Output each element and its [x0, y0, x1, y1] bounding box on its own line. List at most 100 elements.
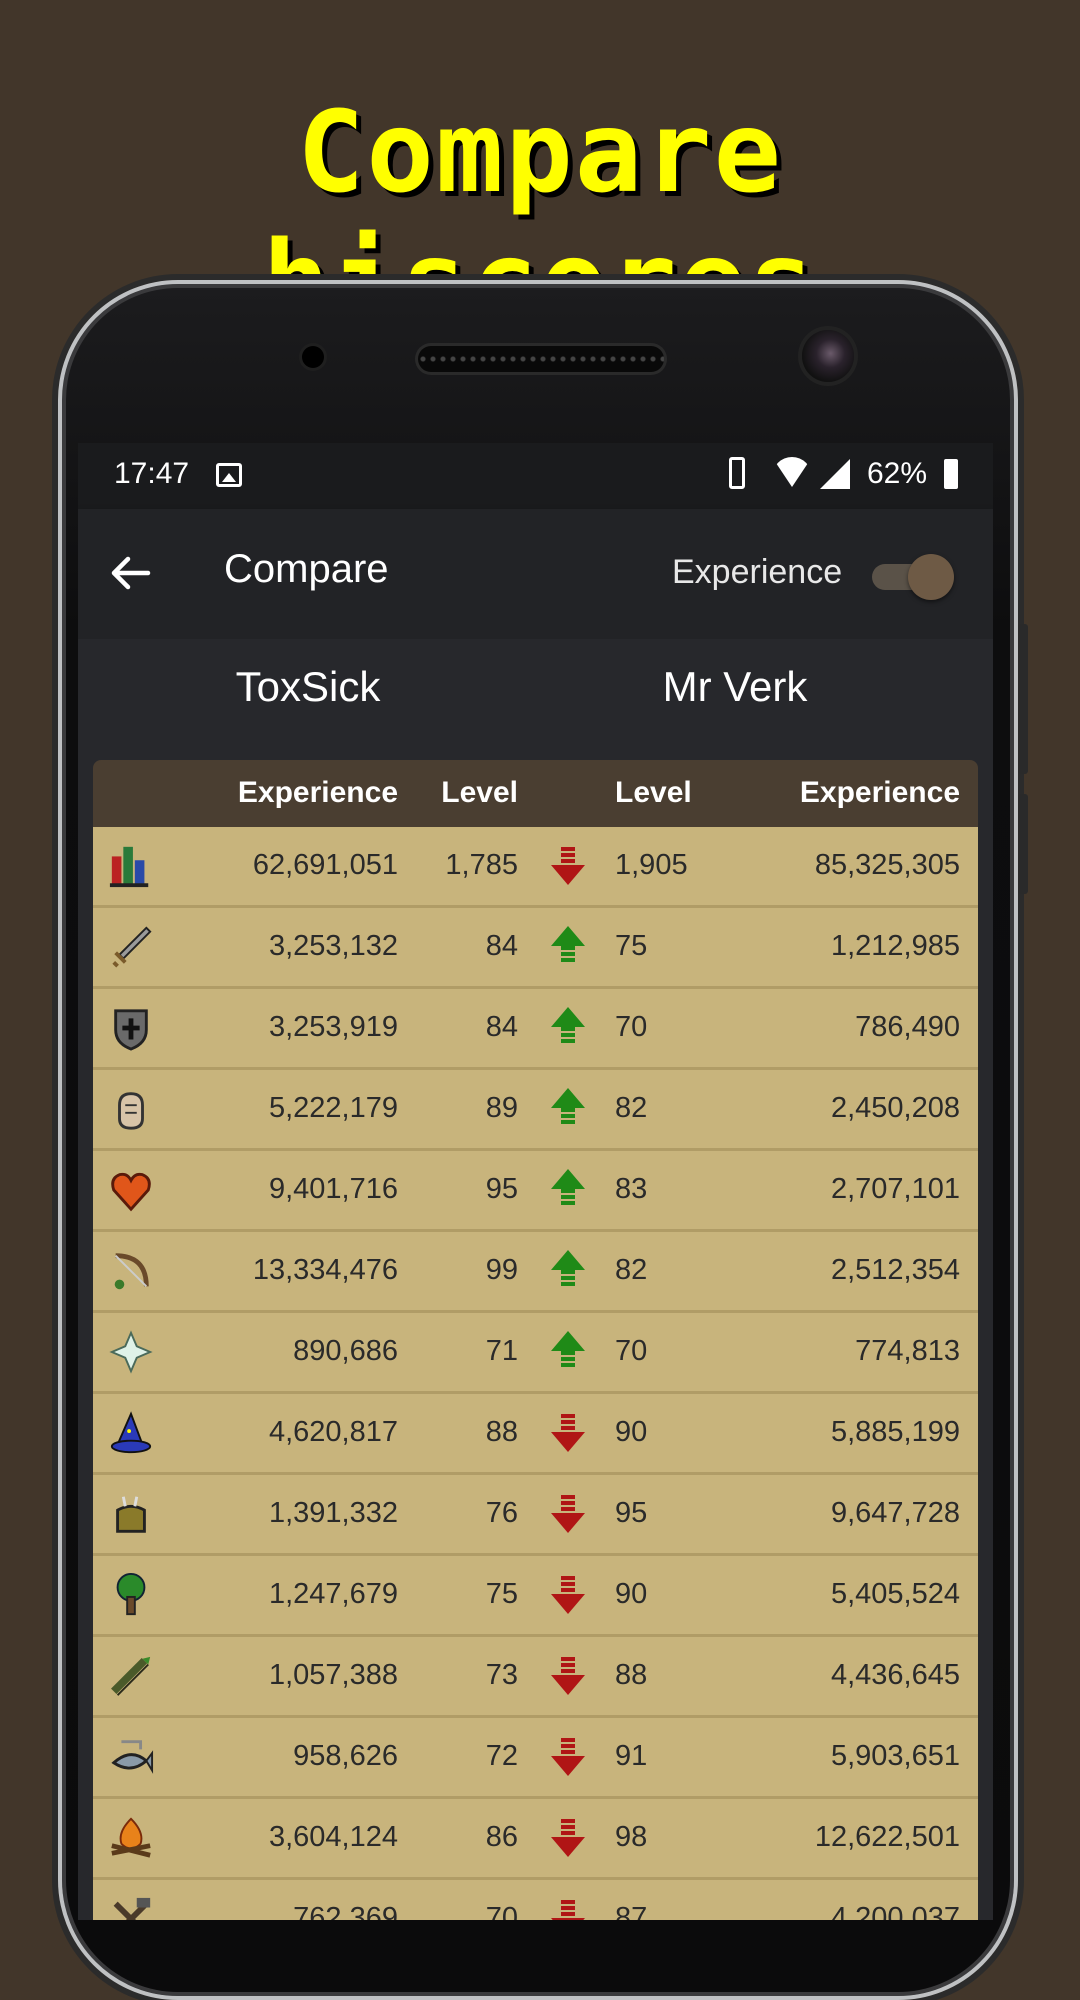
exp-right: 85,325,305	[814, 849, 960, 881]
cell-signal-icon	[820, 459, 850, 489]
toggle-thumb	[908, 554, 954, 600]
arrow-down-shape	[551, 1432, 585, 1452]
table-row[interactable]: 1,391,332 76 95 9,647,728	[93, 1472, 978, 1553]
table-row[interactable]: 3,253,132 84 75 1,212,985	[93, 905, 978, 986]
level-left: 95	[485, 1173, 518, 1205]
experience-toggle-label: Experience	[672, 553, 843, 591]
exp-right: 2,450,208	[830, 1092, 960, 1124]
arrow-down-shape	[551, 1594, 585, 1614]
arrow-up-icon	[551, 1007, 587, 1049]
table-row[interactable]: 5,222,179 89 82 2,450,208	[93, 1067, 978, 1148]
experience-toggle[interactable]	[872, 554, 954, 600]
level-left: 72	[485, 1740, 518, 1772]
table-body: 62,691,051 1,785 1,905 85,325,305 3,253,132 8…	[93, 827, 978, 1920]
table-row[interactable]: 3,253,919 84 70 786,490	[93, 986, 978, 1067]
table-row[interactable]: 4,620,817 88 90 5,885,199	[93, 1391, 978, 1472]
level-left: 75	[485, 1578, 518, 1610]
level-right: 82	[615, 1254, 648, 1286]
level-left: 71	[485, 1335, 518, 1367]
table-header: Experience Level Level Experience	[93, 760, 978, 827]
exp-right: 12,622,501	[814, 1821, 960, 1853]
level-left: 76	[485, 1497, 518, 1529]
exp-right: 2,512,354	[830, 1254, 960, 1286]
app-bar: Compare Experience	[78, 509, 993, 639]
back-arrow-icon[interactable]	[108, 551, 152, 595]
exp-right: 5,405,524	[830, 1578, 960, 1610]
level-right: 88	[615, 1659, 648, 1691]
arrow-down-stem	[561, 1657, 575, 1675]
header-experience-right: Experience	[799, 776, 960, 809]
exp-right: 5,885,199	[830, 1416, 960, 1448]
exp-left: 1,391,332	[268, 1497, 398, 1529]
proximity-sensor	[302, 346, 324, 368]
arrow-down-shape	[551, 1675, 585, 1695]
arrow-down-icon	[551, 1412, 587, 1454]
level-right: 91	[615, 1740, 648, 1772]
level-left: 1,785	[445, 849, 518, 881]
level-right: 95	[615, 1497, 648, 1529]
exp-right: 4,200,037	[830, 1902, 960, 1920]
arrow-down-shape	[551, 1837, 585, 1857]
player-names: ToxSick Mr Verk	[78, 639, 993, 743]
player-left-name: ToxSick	[235, 663, 381, 710]
header-experience-left: Experience	[237, 776, 398, 809]
table-row[interactable]: 13,334,476 99 82 2,512,354	[93, 1229, 978, 1310]
arrow-up-shape	[551, 926, 585, 946]
level-left: 70	[485, 1902, 518, 1920]
arrow-down-stem	[561, 1738, 575, 1756]
table-row[interactable]: 890,686 71 70 774,813	[93, 1310, 978, 1391]
table-row[interactable]: 1,247,679 75 90 5,405,524	[93, 1553, 978, 1634]
table-row[interactable]: 9,401,716 95 83 2,707,101	[93, 1148, 978, 1229]
arrow-down-stem	[561, 1576, 575, 1594]
front-camera	[802, 330, 854, 382]
arrow-up-icon	[551, 1088, 587, 1130]
battery-percent: 62%	[867, 457, 928, 490]
level-right: 1,905	[615, 849, 688, 881]
page-title: Compare	[224, 547, 389, 591]
level-left: 89	[485, 1092, 518, 1124]
arrow-up-shape	[551, 1169, 585, 1189]
level-right: 75	[615, 930, 648, 962]
arrow-up-stem	[561, 1189, 575, 1207]
exp-left: 762,369	[293, 1902, 398, 1920]
exp-left: 62,691,051	[252, 849, 398, 881]
level-left: 86	[485, 1821, 518, 1853]
level-left: 99	[485, 1254, 518, 1286]
exp-left: 4,620,817	[268, 1416, 398, 1448]
exp-left: 3,253,132	[268, 930, 398, 962]
arrow-down-stem	[561, 1900, 575, 1918]
arrow-down-stem	[561, 1495, 575, 1513]
exp-left: 1,057,388	[268, 1659, 398, 1691]
table-row[interactable]: 958,626 72 91 5,903,651	[93, 1715, 978, 1796]
table-row[interactable]: 1,057,388 73 88 4,436,645	[93, 1634, 978, 1715]
header-level-left: Level	[441, 776, 518, 809]
arrow-up-icon	[551, 1331, 587, 1373]
arrow-down-shape	[551, 865, 585, 885]
arrow-down-icon	[551, 1817, 587, 1859]
arrow-down-icon	[551, 1493, 587, 1535]
table-row[interactable]: 762,369 70 87 4,200,037	[93, 1877, 978, 1920]
status-bar: 17:47 62%	[78, 443, 993, 509]
table-row[interactable]: 62,691,051 1,785 1,905 85,325,305	[93, 827, 978, 905]
arrow-up-stem	[561, 1270, 575, 1288]
status-time: 17:47	[114, 457, 190, 490]
header-level-right: Level	[615, 776, 692, 809]
exp-left: 3,604,124	[268, 1821, 398, 1853]
earpiece-speaker	[418, 346, 664, 372]
exp-left: 13,334,476	[252, 1254, 398, 1286]
exp-right: 774,813	[855, 1335, 960, 1367]
battery-icon	[944, 459, 958, 489]
arrow-up-stem	[561, 946, 575, 964]
arrow-down-stem	[561, 847, 575, 865]
arrow-down-icon	[551, 1574, 587, 1616]
level-left: 84	[485, 930, 518, 962]
arrow-up-shape	[551, 1007, 585, 1027]
wifi-icon	[772, 457, 812, 487]
arrow-down-icon	[551, 1736, 587, 1778]
arrow-up-icon	[551, 926, 587, 968]
exp-left: 9,401,716	[268, 1173, 398, 1205]
level-right: 70	[615, 1335, 648, 1367]
exp-left: 890,686	[293, 1335, 398, 1367]
table-row[interactable]: 3,604,124 86 98 12,622,501	[93, 1796, 978, 1877]
arrow-up-shape	[551, 1088, 585, 1108]
